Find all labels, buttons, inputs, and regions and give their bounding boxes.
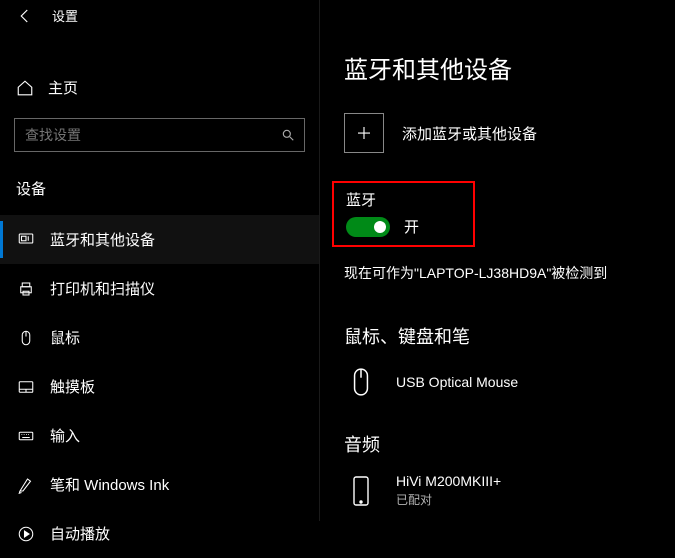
device-name: HiVi M200MKIII+ — [396, 473, 501, 489]
add-device-button[interactable]: 添加蓝牙或其他设备 — [344, 113, 651, 153]
page-title: 蓝牙和其他设备 — [344, 50, 651, 85]
sidebar-item-touchpad[interactable]: 触摸板 — [0, 362, 319, 411]
sidebar-item-typing[interactable]: 输入 — [0, 411, 319, 460]
sidebar-item-label: 笔和 Windows Ink — [50, 474, 169, 495]
home-label: 主页 — [48, 77, 78, 98]
sidebar-item-label: 鼠标 — [50, 327, 80, 348]
device-item-audio[interactable]: HiVi M200MKIII+ 已配对 — [344, 473, 651, 508]
sidebar-item-autoplay[interactable]: 自动播放 — [0, 509, 319, 558]
sidebar-item-bluetooth[interactable]: 蓝牙和其他设备 — [0, 215, 319, 264]
discoverable-text: 现在可作为"LAPTOP-LJ38HD9A"被检测到 — [344, 263, 651, 283]
device-item-mouse[interactable]: USB Optical Mouse — [344, 365, 651, 399]
pen-icon — [16, 475, 36, 495]
sidebar-item-label: 打印机和扫描仪 — [50, 278, 155, 299]
bluetooth-heading: 蓝牙 — [346, 189, 419, 210]
mouse-icon — [16, 328, 36, 348]
search-field[interactable] — [14, 118, 305, 152]
autoplay-icon — [16, 524, 36, 544]
phone-device-icon — [344, 474, 378, 508]
sidebar-section-label: 设备 — [0, 170, 319, 215]
plus-icon — [344, 113, 384, 153]
home-icon — [16, 79, 34, 97]
window-title: 设置 — [52, 6, 78, 25]
audio-section-heading: 音频 — [344, 431, 651, 457]
keyboard-icon — [16, 426, 36, 446]
touchpad-icon — [16, 377, 36, 397]
bluetooth-toggle-label: 开 — [404, 216, 419, 237]
search-icon — [281, 128, 295, 142]
mouse-device-icon — [344, 365, 378, 399]
sidebar-item-pen[interactable]: 笔和 Windows Ink — [0, 460, 319, 509]
bluetooth-toggle[interactable] — [346, 217, 390, 237]
mouse-section-heading: 鼠标、键盘和笔 — [344, 323, 651, 349]
device-status: 已配对 — [396, 491, 501, 508]
sidebar-item-label: 蓝牙和其他设备 — [50, 229, 155, 250]
back-button[interactable] — [16, 7, 34, 25]
sidebar-item-printers[interactable]: 打印机和扫描仪 — [0, 264, 319, 313]
sidebar-item-label: 输入 — [50, 425, 80, 446]
add-device-label: 添加蓝牙或其他设备 — [402, 123, 537, 144]
search-input[interactable] — [14, 118, 305, 152]
toggle-knob — [374, 221, 386, 233]
bluetooth-devices-icon — [16, 230, 36, 250]
sidebar-item-label: 触摸板 — [50, 376, 95, 397]
sidebar-item-home[interactable]: 主页 — [0, 65, 319, 108]
printer-icon — [16, 279, 36, 299]
bluetooth-toggle-highlight: 蓝牙 开 — [332, 181, 475, 247]
sidebar-item-mouse[interactable]: 鼠标 — [0, 313, 319, 362]
sidebar-item-label: 自动播放 — [50, 523, 110, 544]
device-name: USB Optical Mouse — [396, 374, 518, 390]
